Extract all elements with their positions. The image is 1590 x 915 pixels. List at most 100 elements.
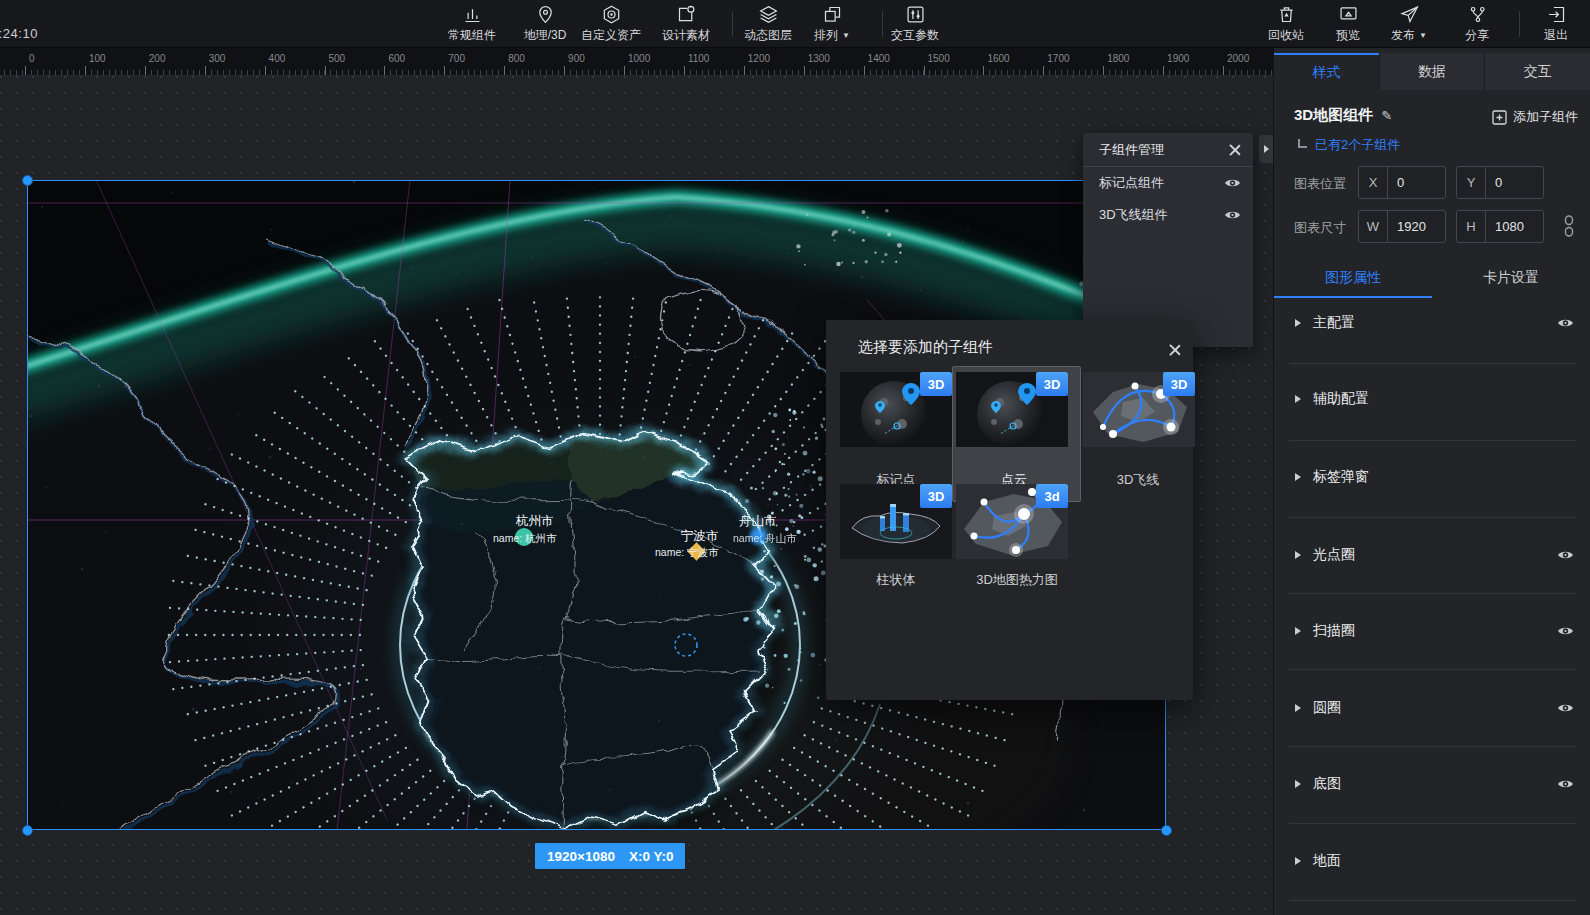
toolbar-item-custom-assets[interactable]: 自定义资产 (569, 4, 653, 46)
section-circle[interactable]: 圆圈 (1274, 693, 1590, 723)
ruler-tick (983, 66, 984, 75)
map-pin-icon (535, 4, 556, 25)
link-ratio-icon[interactable] (1562, 215, 1576, 237)
panel-tabs: 样式 数据 交互 (1274, 53, 1590, 90)
size-position-badge: 1920×1080 X:0 Y:0 (535, 843, 685, 869)
section-ground[interactable]: 地面 (1274, 846, 1590, 876)
divider (1289, 593, 1576, 594)
selection-handle-bl[interactable] (22, 825, 33, 836)
width-field[interactable]: W 1920 (1358, 210, 1446, 243)
subtab-graphic-props[interactable]: 图形属性 (1274, 258, 1432, 298)
ruler-mark: 1700 (1047, 53, 1069, 64)
panel-collapse-handle[interactable] (1259, 135, 1273, 163)
selection-handle-tl[interactable] (22, 175, 33, 186)
section-basemap[interactable]: 底图 (1274, 769, 1590, 799)
thumb-badge: 3d (1036, 484, 1068, 508)
y-position-field[interactable]: Y 0 (1456, 166, 1544, 199)
eye-icon[interactable] (1557, 778, 1574, 790)
tab-style[interactable]: 样式 (1274, 53, 1379, 90)
toolbar-item-share[interactable]: 分享 (1435, 4, 1519, 46)
dialog-thumb-pointcloud[interactable]: 3D (956, 372, 1068, 447)
ruler-tick (1223, 66, 1224, 75)
caret-right-icon (1295, 551, 1301, 559)
ruler-mark: 1300 (808, 53, 830, 64)
tab-data[interactable]: 数据 (1379, 53, 1485, 90)
section-label-popup[interactable]: 标签弹窗 (1274, 462, 1590, 492)
toolbar-item-design-material[interactable]: 设计素材 (644, 4, 728, 46)
dropdown-caret: ▼ (842, 31, 850, 40)
subcomponent-count[interactable]: 已有2个子组件 (1298, 136, 1400, 154)
dialog-thumb-flyline[interactable]: 3D (1083, 372, 1195, 447)
height-field[interactable]: H 1080 (1456, 210, 1544, 243)
x-position-field[interactable]: X 0 (1358, 166, 1446, 199)
section-scan-circle[interactable]: 扫描圈 (1274, 616, 1590, 646)
ruler-mark: 800 (508, 53, 525, 64)
dialog-thumb-label: 柱状体 (877, 571, 916, 589)
ruler-tick (624, 66, 625, 75)
eye-icon[interactable] (1224, 209, 1241, 221)
section-aux-config[interactable]: 辅助配置 (1274, 384, 1590, 414)
zhejiang-map[interactable] (405, 431, 783, 830)
zhoushan-sublabel: name: 舟山市 (733, 532, 797, 544)
eye-icon[interactable] (1557, 702, 1574, 714)
toolbar-item-arrange[interactable]: 排列▼ (790, 4, 874, 46)
dialog-thumb-bars[interactable]: 3D (840, 484, 952, 559)
ruler-tick (864, 66, 865, 75)
dialog-thumb-label: 3D地图热力图 (976, 571, 1058, 589)
layers-icon (758, 4, 779, 25)
send-icon (1399, 4, 1420, 25)
ruler-tick (804, 66, 805, 75)
subcomponent-item-flyline[interactable]: 3D飞线组件 (1083, 199, 1253, 231)
subcomponent-panel-title: 子组件管理 (1099, 141, 1164, 159)
sliders-icon (905, 4, 926, 25)
ruler-mark: 200 (149, 53, 166, 64)
toolbar-item-exit[interactable]: 退出 (1514, 4, 1590, 46)
ruler-mark: 300 (209, 53, 226, 64)
ruler-tick (145, 66, 146, 75)
subcomponent-item-marker[interactable]: 标记点组件 (1083, 167, 1253, 199)
ningbo-label: 宁波市 (681, 529, 719, 543)
eye-icon[interactable] (1557, 317, 1574, 329)
section-main-config[interactable]: 主配置 (1274, 308, 1590, 338)
design-board-icon (676, 4, 697, 25)
ruler-tick (684, 66, 685, 75)
ruler-tick (85, 66, 86, 75)
toolbar-item-interaction-params[interactable]: 交互参数 (873, 4, 957, 46)
thumb-badge: 3D (1163, 372, 1195, 396)
section-light-circle[interactable]: 光点圈 (1274, 540, 1590, 570)
toolbar-item-regular-components[interactable]: 常规组件 (430, 4, 514, 46)
ruler-tick (205, 66, 206, 75)
eye-icon[interactable] (1224, 177, 1241, 189)
component-title: 3D地图组件 ✎ (1294, 106, 1392, 125)
ruler-mark: 1500 (928, 53, 950, 64)
ruler-mark: 1000 (628, 53, 650, 64)
ruler-minor-ticks (0, 70, 1273, 75)
thumb-badge: 3D (1036, 372, 1068, 396)
ruler-tick (1043, 66, 1044, 75)
close-icon[interactable] (1169, 344, 1181, 356)
dialog-thumb-marker[interactable]: 3D (840, 372, 952, 447)
selection-handle-br[interactable] (1161, 825, 1172, 836)
ruler-mark: 600 (388, 53, 405, 64)
ruler-tick (444, 66, 445, 75)
hangzhou-label: 杭州市 (515, 514, 554, 528)
canvas-area[interactable]: 杭州市 name: 杭州市 宁波市 name: 宁波市 舟山市 name: 舟山… (0, 76, 1273, 915)
subtab-card-settings[interactable]: 卡片设置 (1432, 258, 1590, 298)
ruler-tick (744, 66, 745, 75)
close-icon[interactable] (1229, 144, 1241, 156)
edit-pencil-icon[interactable]: ✎ (1381, 108, 1392, 123)
size-label: 图表尺寸 (1294, 219, 1346, 237)
caret-right-icon (1295, 704, 1301, 712)
add-subcomponent-dialog: 选择要添加的子组件 3D 标记点 (826, 320, 1193, 700)
dialog-thumb-heatmap[interactable]: 3d (956, 484, 1068, 559)
add-subcomponent-button[interactable]: 添加子组件 (1492, 108, 1578, 126)
ruler-mark: 1200 (748, 53, 770, 64)
ruler-mark: 500 (329, 53, 346, 64)
caret-right-icon (1295, 627, 1301, 635)
tab-interaction[interactable]: 交互 (1484, 53, 1590, 90)
ruler-tick (564, 66, 565, 75)
ruler-tick (924, 66, 925, 75)
eye-icon[interactable] (1557, 549, 1574, 561)
plus-square-icon (1492, 110, 1507, 125)
eye-icon[interactable] (1557, 625, 1574, 637)
